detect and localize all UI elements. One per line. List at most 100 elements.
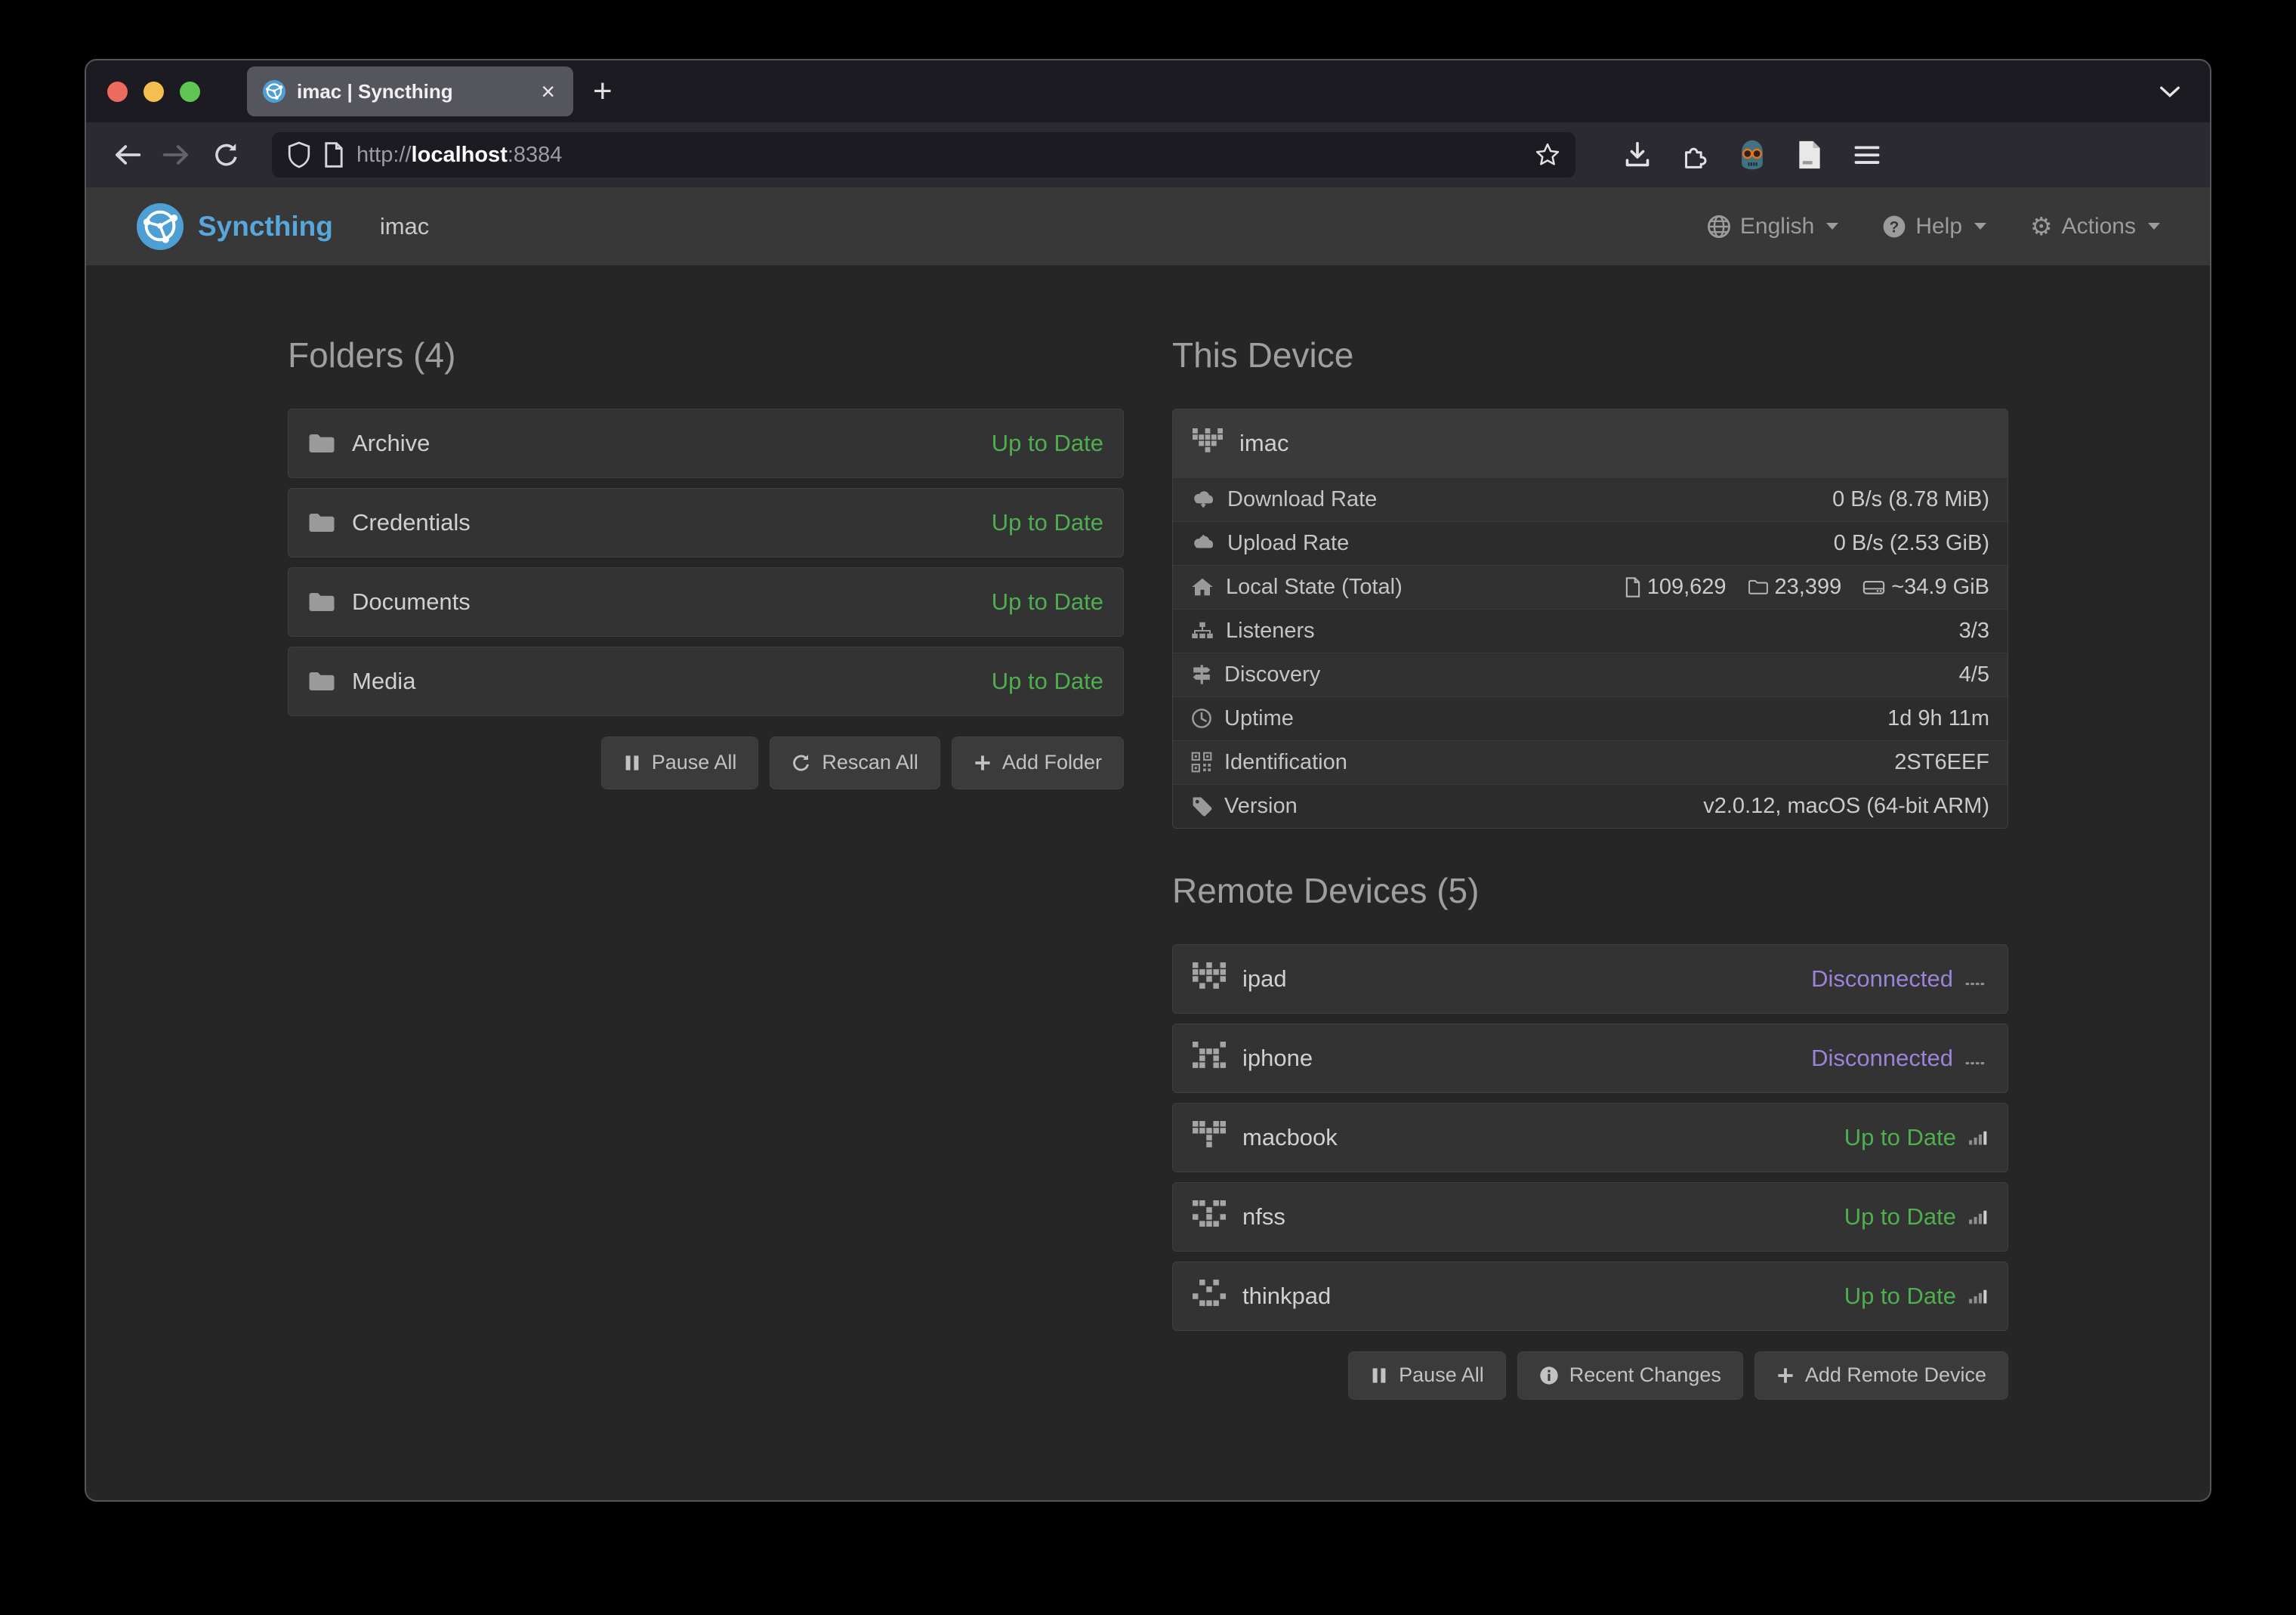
browser-titlebar: imac | Syncthing × + <box>86 60 2210 122</box>
window-close-button[interactable] <box>107 82 128 102</box>
remote-devices-heading: Remote Devices (5) <box>1172 871 2008 911</box>
device-id-link[interactable]: 2ST6EEF <box>1894 750 1989 775</box>
reload-button[interactable] <box>205 134 248 176</box>
pause-all-devices-button[interactable]: Pause All <box>1348 1351 1506 1400</box>
recent-changes-button[interactable]: Recent Changes <box>1517 1351 1743 1400</box>
rescan-all-button[interactable]: Rescan All <box>770 736 940 789</box>
folder-name: Credentials <box>352 509 471 536</box>
gear-icon: ⚙ <box>2030 214 2053 239</box>
menu-hamburger-icon[interactable] <box>1846 134 1888 176</box>
forward-button[interactable] <box>156 134 198 176</box>
row-label: Uptime <box>1224 706 1294 731</box>
local-state-row: Local State (Total) 109,629 <box>1173 565 2007 609</box>
clock-icon <box>1191 708 1212 729</box>
page-info-icon[interactable] <box>323 142 344 168</box>
tab-close-icon[interactable]: × <box>538 79 558 103</box>
syncthing-logo-icon <box>136 202 184 251</box>
folders-actions: Pause All Rescan All Add Folder <box>288 736 1124 789</box>
syncthing-header: Syncthing imac English ? Help ⚙ Actions <box>86 187 2210 266</box>
row-label: Local State (Total) <box>1226 575 1403 600</box>
row-label: Download Rate <box>1227 487 1377 512</box>
device-identicon <box>1193 1042 1226 1075</box>
signal-bars-icon <box>1968 1129 1988 1147</box>
help-menu-label: Help <box>1915 214 1962 239</box>
devices-column: This Device imac Download Rate 0 B/s (8.… <box>1172 335 2008 1400</box>
signpost-icon <box>1191 664 1212 685</box>
local-state-size: ~34.9 GiB <box>1862 575 1989 600</box>
device-status-text: Disconnected <box>1811 1045 1953 1072</box>
hdd-icon <box>1862 578 1885 597</box>
folder-row-media[interactable]: Media Up to Date <box>288 647 1124 716</box>
device-status: Up to Date <box>1844 1124 1988 1151</box>
help-menu[interactable]: ? Help <box>1882 214 1986 239</box>
row-label: Version <box>1224 794 1298 819</box>
downloads-icon[interactable] <box>1616 134 1659 176</box>
discovery-row: Discovery 4/5 <box>1173 653 2007 696</box>
shield-icon[interactable] <box>287 141 311 168</box>
cloud-download-icon <box>1191 489 1215 509</box>
device-identicon <box>1193 1280 1226 1313</box>
files-count: 109,629 <box>1647 575 1727 600</box>
bookmark-star-icon[interactable] <box>1535 142 1560 168</box>
toolbar-right-icons <box>1616 134 1888 176</box>
plus-icon <box>1776 1366 1795 1385</box>
row-label: Upload Rate <box>1227 531 1349 556</box>
folder-row-documents[interactable]: Documents Up to Date <box>288 567 1124 637</box>
upload-rate-row: Upload Rate 0 B/s (2.53 GiB) <box>1173 521 2007 565</box>
qr-code-icon <box>1191 752 1212 773</box>
version-row: Version v2.0.12, macOS (64-bit ARM) <box>1173 784 2007 828</box>
folders-list: Archive Up to Date Credentials Up to Dat… <box>288 409 1124 716</box>
language-menu[interactable]: English <box>1707 214 1838 239</box>
add-folder-label: Add Folder <box>1002 751 1102 774</box>
this-device-heading: This Device <box>1172 335 2008 375</box>
back-button[interactable] <box>106 134 148 176</box>
this-device-header[interactable]: imac <box>1173 409 2007 477</box>
window-minimize-button[interactable] <box>144 82 164 102</box>
header-menus: English ? Help ⚙ Actions <box>1707 214 2160 239</box>
local-state-folders: 23,399 <box>1748 575 1842 600</box>
window-zoom-button[interactable] <box>180 82 200 102</box>
file-icon <box>1625 577 1641 598</box>
browser-tab[interactable]: imac | Syncthing × <box>247 66 573 116</box>
folder-row-archive[interactable]: Archive Up to Date <box>288 409 1124 478</box>
browser-window: imac | Syncthing × + http://localhost:83… <box>85 59 2211 1502</box>
add-folder-button[interactable]: Add Folder <box>952 736 1124 789</box>
chevron-down-icon <box>1974 223 1986 230</box>
this-device-panel: imac Download Rate 0 B/s (8.78 MiB) U <box>1172 409 2008 829</box>
row-label: Listeners <box>1226 619 1315 644</box>
device-identicon <box>1193 1200 1226 1234</box>
device-row-macbook[interactable]: macbook Up to Date <box>1172 1103 2008 1172</box>
brand-name[interactable]: Syncthing <box>198 211 333 242</box>
device-status-text: Up to Date <box>1844 1203 1956 1231</box>
extension-robot-icon[interactable] <box>1731 134 1773 176</box>
device-row-thinkpad[interactable]: thinkpad Up to Date <box>1172 1261 2008 1331</box>
device-name: nfss <box>1242 1203 1285 1231</box>
row-label: Discovery <box>1224 662 1320 687</box>
rescan-all-label: Rescan All <box>822 751 918 774</box>
device-row-ipad[interactable]: ipad Disconnected <box>1172 944 2008 1014</box>
svg-text:?: ? <box>1890 218 1899 236</box>
add-remote-device-label: Add Remote Device <box>1805 1363 1986 1387</box>
tab-list-chevron-down-icon[interactable] <box>2159 85 2181 98</box>
no-signal-icon <box>1965 1051 1988 1066</box>
row-label: Identification <box>1224 750 1347 775</box>
pause-all-folders-button[interactable]: Pause All <box>601 736 759 789</box>
reader-document-icon[interactable] <box>1788 134 1831 176</box>
device-row-nfss[interactable]: nfss Up to Date <box>1172 1182 2008 1252</box>
download-rate-row: Download Rate 0 B/s (8.78 MiB) <box>1173 477 2007 521</box>
plus-icon <box>974 754 992 772</box>
add-remote-device-button[interactable]: Add Remote Device <box>1754 1351 2008 1400</box>
folder-row-credentials[interactable]: Credentials Up to Date <box>288 488 1124 557</box>
signal-bars-icon <box>1968 1287 1988 1305</box>
folder-status: Up to Date <box>992 509 1103 536</box>
syncthing-favicon-icon <box>262 79 286 103</box>
device-row-iphone[interactable]: iphone Disconnected <box>1172 1024 2008 1093</box>
extensions-puzzle-icon[interactable] <box>1674 134 1716 176</box>
row-value: v2.0.12, macOS (64-bit ARM) <box>1703 794 1989 819</box>
new-tab-button[interactable]: + <box>593 75 613 108</box>
device-status-text: Up to Date <box>1844 1283 1956 1310</box>
actions-menu[interactable]: ⚙ Actions <box>2030 214 2160 239</box>
address-bar[interactable]: http://localhost:8384 <box>272 132 1575 178</box>
this-device-name: imac <box>1239 430 1288 457</box>
folder-icon <box>308 670 335 693</box>
